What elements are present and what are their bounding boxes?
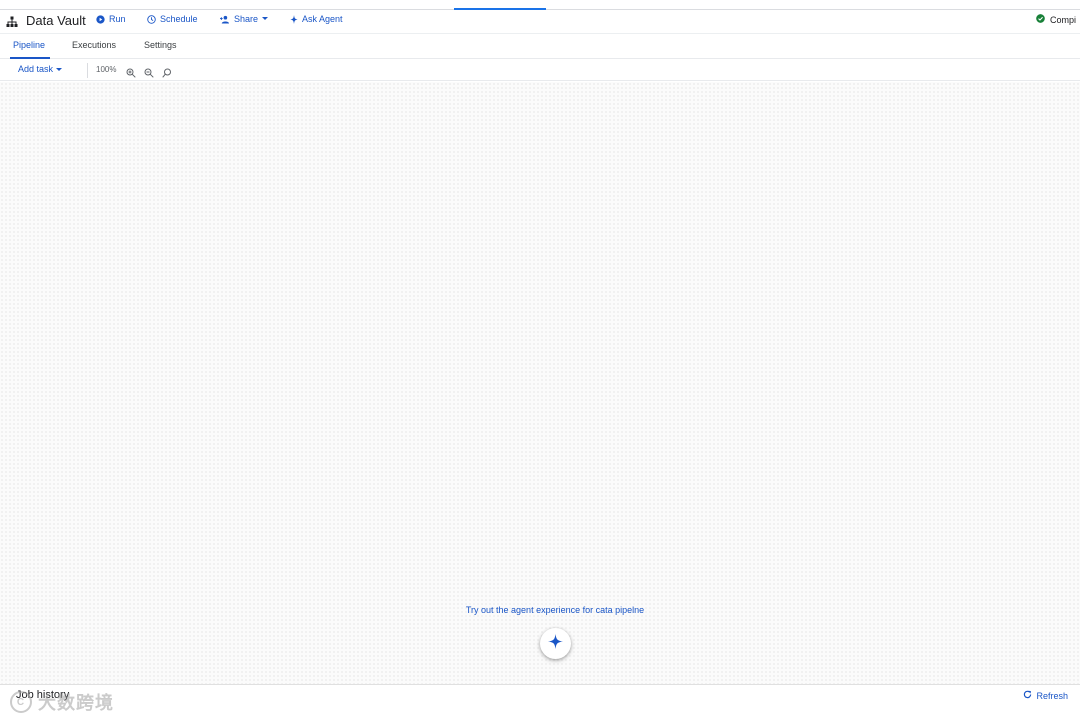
caret-down-icon — [262, 17, 269, 21]
share-button[interactable]: Share — [219, 14, 269, 24]
zoom-level: 100% — [96, 65, 117, 74]
pipeline-title: Data Vault — [26, 13, 86, 28]
sparkle-icon — [548, 633, 563, 654]
loading-indicator — [454, 8, 546, 10]
canvas-toolbar: Add task 100% — [0, 60, 1080, 81]
ask-agent-label: Ask Agent — [302, 14, 343, 24]
tab-pipeline[interactable]: Pipeline — [13, 40, 45, 50]
refresh-icon — [1023, 690, 1032, 701]
run-button[interactable]: Run — [96, 14, 126, 24]
share-icon — [219, 15, 230, 24]
tab-executions[interactable]: Executions — [72, 40, 116, 50]
agent-hint-text: Try out the agent experience for cata pi… — [465, 605, 645, 615]
active-tab-indicator — [10, 57, 50, 59]
refresh-label: Refresh — [1036, 690, 1068, 701]
compile-status: Compi — [1036, 14, 1080, 25]
ask-agent-button[interactable]: Ask Agent — [290, 14, 343, 24]
refresh-button[interactable]: Refresh — [1023, 690, 1068, 701]
schedule-label: Schedule — [160, 14, 198, 24]
check-circle-icon — [1036, 14, 1045, 25]
tab-settings[interactable]: Settings — [144, 40, 177, 50]
add-task-label: Add task — [18, 64, 54, 74]
schedule-button[interactable]: Schedule — [147, 14, 198, 24]
add-task-button[interactable]: Add task — [18, 64, 63, 74]
zoom-reset-icon[interactable] — [162, 65, 173, 78]
run-label: Run — [109, 14, 126, 24]
agent-fab-button[interactable] — [540, 628, 571, 659]
status-label: Compi — [1050, 14, 1077, 25]
zoom-out-icon[interactable] — [144, 65, 155, 78]
pipeline-icon — [6, 15, 18, 27]
pipeline-canvas[interactable] — [0, 82, 1080, 684]
ask-agent-icon — [290, 14, 298, 24]
schedule-icon — [147, 14, 156, 24]
tab-bar: Pipeline Executions Settings — [0, 35, 1080, 59]
job-history-panel: Job history Refresh C 大数跨境 — [0, 684, 1080, 720]
job-history-title[interactable]: Job history — [16, 689, 69, 701]
caret-down-icon — [56, 64, 63, 74]
zoom-in-icon[interactable] — [126, 65, 137, 78]
run-icon — [96, 14, 105, 24]
share-label: Share — [234, 14, 259, 24]
app-header: Data Vault Run Schedule Share Ask Agent … — [0, 11, 1080, 34]
toolbar-divider — [87, 63, 88, 78]
